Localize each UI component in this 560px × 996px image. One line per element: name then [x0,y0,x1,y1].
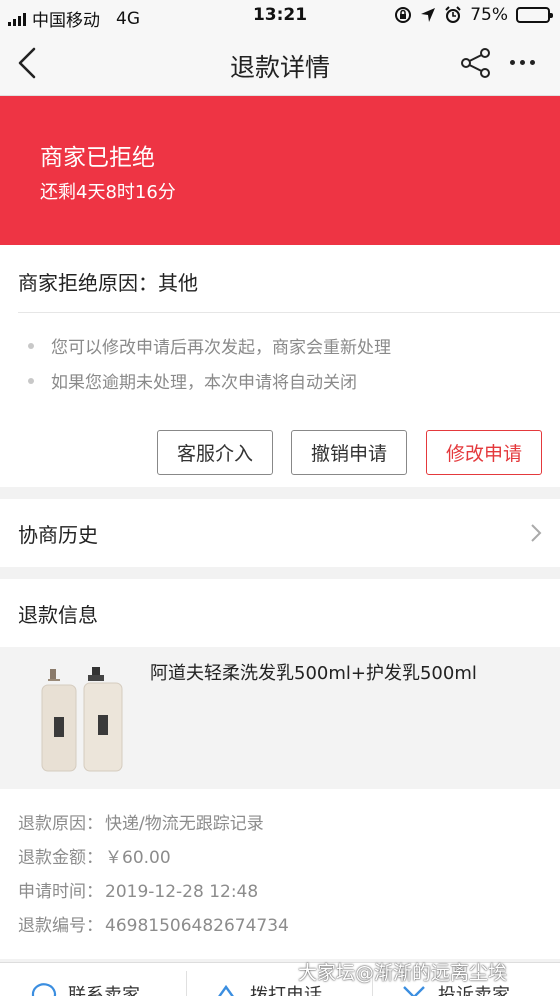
refund-status: 商家已拒绝 [40,145,155,171]
chat-icon [31,983,57,996]
rejection-card: 商家拒绝原因：其他 您可以修改申请后再次发起，商家会重新处理 如果您逾期未处理，… [0,245,560,487]
refund-amount-value: ￥60.00 [105,848,171,868]
refund-number-row: 退款编号： 46981506482674734 [18,911,289,936]
contact-seller-button[interactable]: 联系卖家 [30,973,140,996]
refund-info-card: 退款信息 阿道夫轻柔洗发乳500ml+护发乳500ml 退款原因： 快递/物流无跟… [0,579,560,959]
battery-percent: 75% [470,5,508,25]
apply-time-row: 申请时间： 2019-12-28 12:48 [18,877,258,902]
contact-seller-label: 联系卖家 [68,985,140,996]
watermark: 大家坛@渐渐的远离尘埃 [298,962,508,984]
navigation-bar: 退款详情 [0,32,560,96]
refund-amount-label: 退款金额： [18,848,103,868]
apply-time-value: 2019-12-28 12:48 [105,882,259,902]
phone-icon [218,984,234,996]
divider [18,312,560,313]
cancel-request-button[interactable]: 撤销申请 [291,430,407,475]
chevron-right-icon [531,524,542,542]
location-icon [421,8,436,22]
status-right: 75% [394,5,553,25]
modify-request-button[interactable]: 修改申请 [426,430,542,475]
tip-text: 您可以修改申请后再次发起，商家会重新处理 [51,338,391,358]
rotation-lock-icon [395,7,412,23]
refund-info-header: 退款信息 [18,603,98,627]
tip-item: 如果您逾期未处理，本次申请将自动关闭 [28,368,357,393]
refund-number-value: 46981506482674734 [105,916,289,936]
product-image [41,667,123,772]
tip-text: 如果您逾期未处理，本次申请将自动关闭 [51,373,357,393]
countdown-timer: 还剩4天8时16分 [40,182,176,203]
history-label: 协商历史 [18,523,98,547]
bullet-icon [28,377,34,384]
refund-reason-label: 退款原因： [18,814,103,834]
product-item[interactable]: 阿道夫轻柔洗发乳500ml+护发乳500ml [0,647,560,789]
status-bar: 中国移动 4G 13:21 75% [0,0,560,32]
customer-service-button[interactable]: 客服介入 [157,430,273,475]
more-icon[interactable] [510,60,535,65]
status-banner: 商家已拒绝 还剩4天8时16分 [0,96,560,245]
product-name: 阿道夫轻柔洗发乳500ml+护发乳500ml [150,663,477,684]
refund-amount-row: 退款金额： ￥60.00 [18,843,171,868]
tip-item: 您可以修改申请后再次发起，商家会重新处理 [28,333,391,358]
divider [186,971,187,996]
share-icon[interactable] [460,47,492,79]
refund-number-label: 退款编号： [18,916,103,936]
bullet-icon [28,342,34,349]
alarm-icon [445,6,461,23]
rejection-reason: 商家拒绝原因：其他 [18,271,198,295]
battery-icon [516,7,553,23]
apply-time-label: 申请时间： [18,882,103,902]
refund-reason-value: 快递/物流无跟踪记录 [105,814,264,834]
negotiation-history-row[interactable]: 协商历史 [0,499,560,567]
refund-reason-row: 退款原因： 快递/物流无跟踪记录 [18,809,264,834]
